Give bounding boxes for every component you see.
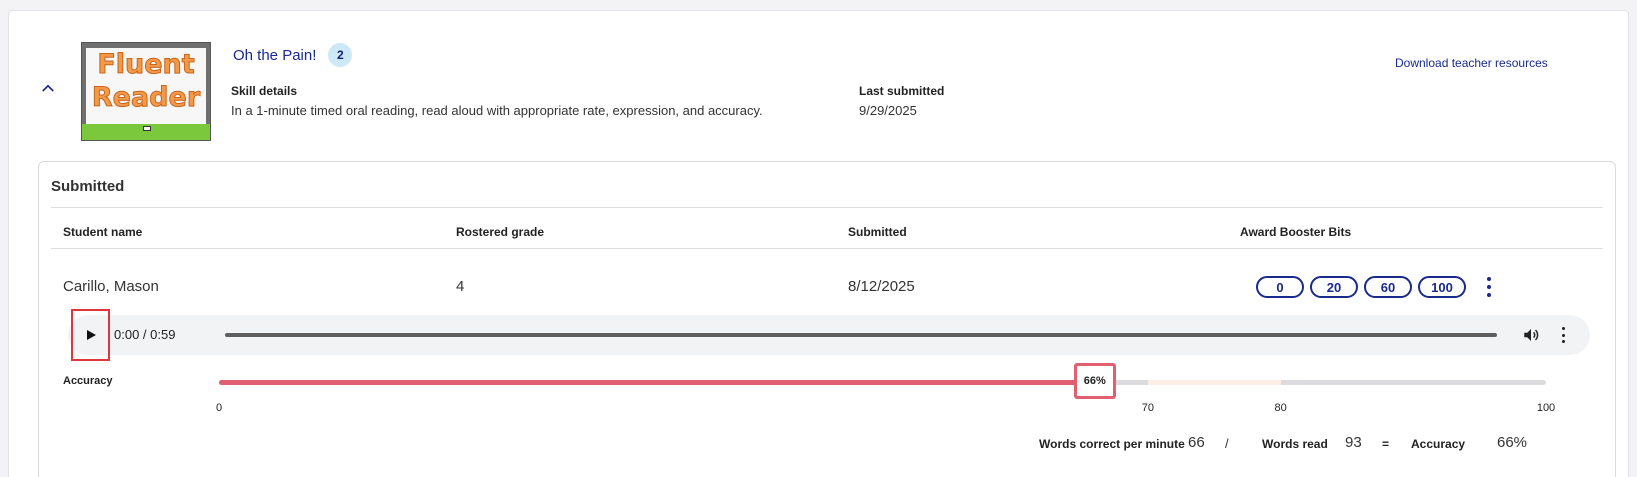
volume-icon[interactable] bbox=[1522, 326, 1540, 344]
skill-details: Skill details In a 1-minute timed oral r… bbox=[231, 84, 763, 118]
col-rostered-grade: Rostered grade bbox=[456, 225, 545, 239]
audio-progress-bar[interactable] bbox=[225, 333, 1497, 337]
words-read-value: 93 bbox=[1345, 434, 1362, 451]
accuracy-tick-100: 100 bbox=[1536, 402, 1556, 414]
words-read-label: Words read bbox=[1262, 437, 1328, 451]
last-submitted-value: 9/29/2025 bbox=[859, 103, 917, 118]
submitted-panel: Submitted Student name Rostered grade Su… bbox=[38, 161, 1616, 477]
accuracy-fill bbox=[219, 380, 1095, 385]
booster-20-button[interactable]: 20 bbox=[1310, 276, 1358, 298]
collapse-chevron-up-icon[interactable] bbox=[39, 79, 61, 101]
student-name: Carillo, Mason bbox=[63, 278, 159, 295]
accuracy-tick-70: 70 bbox=[1141, 402, 1155, 414]
wcpm-value: 66 bbox=[1188, 434, 1205, 451]
skill-details-text: In a 1-minute timed oral reading, read a… bbox=[231, 103, 763, 118]
accuracy-marker: 66% bbox=[1073, 363, 1116, 399]
row-more-options-icon[interactable] bbox=[1484, 277, 1494, 297]
last-submitted: Last submitted 9/29/2025 bbox=[859, 84, 944, 118]
submission-count-badge: 2 bbox=[328, 43, 353, 67]
accuracy-tick-80: 80 bbox=[1274, 402, 1287, 414]
accuracy-bar: 66% bbox=[219, 363, 1546, 399]
booster-bits-options: 0 20 60 100 bbox=[1256, 276, 1466, 298]
booster-100-button[interactable]: 100 bbox=[1418, 276, 1466, 298]
skill-details-label: Skill details bbox=[231, 84, 298, 98]
skill-card: Fluent Reader Oh the Pain! 2 Skill detai… bbox=[8, 10, 1629, 477]
accuracy-tick-0: 0 bbox=[215, 402, 223, 414]
download-teacher-resources-link[interactable]: Download teacher resources bbox=[1395, 56, 1548, 70]
booster-60-button[interactable]: 60 bbox=[1364, 276, 1412, 298]
audio-more-options-icon[interactable] bbox=[1560, 327, 1566, 343]
accuracy-summary-label: Accuracy bbox=[1411, 437, 1466, 451]
submitted-title: Submitted bbox=[51, 178, 125, 195]
booster-0-button[interactable]: 0 bbox=[1256, 276, 1304, 298]
fluent-reader-thumbnail: Fluent Reader bbox=[81, 42, 211, 141]
accuracy-label: Accuracy bbox=[63, 375, 113, 387]
accuracy-target-zone bbox=[1147, 380, 1281, 385]
divider-slash: / bbox=[1225, 436, 1229, 451]
play-icon[interactable] bbox=[71, 309, 110, 361]
col-student-name: Student name bbox=[63, 225, 143, 239]
skill-title[interactable]: Oh the Pain! bbox=[233, 47, 316, 64]
equals-sign: = bbox=[1382, 437, 1390, 451]
divider bbox=[51, 207, 1603, 208]
last-submitted-label: Last submitted bbox=[859, 84, 945, 98]
submitted-date: 8/12/2025 bbox=[848, 278, 915, 295]
accuracy-summary-value: 66% bbox=[1497, 434, 1528, 451]
divider bbox=[51, 248, 1603, 249]
col-award-booster-bits: Award Booster Bits bbox=[1240, 225, 1352, 239]
wcpm-label: Words correct per minute bbox=[1039, 437, 1185, 451]
audio-player: 0:00 / 0:59 bbox=[68, 309, 1590, 361]
audio-time: 0:00 / 0:59 bbox=[114, 327, 176, 342]
col-submitted: Submitted bbox=[848, 225, 907, 239]
rostered-grade: 4 bbox=[456, 278, 465, 295]
